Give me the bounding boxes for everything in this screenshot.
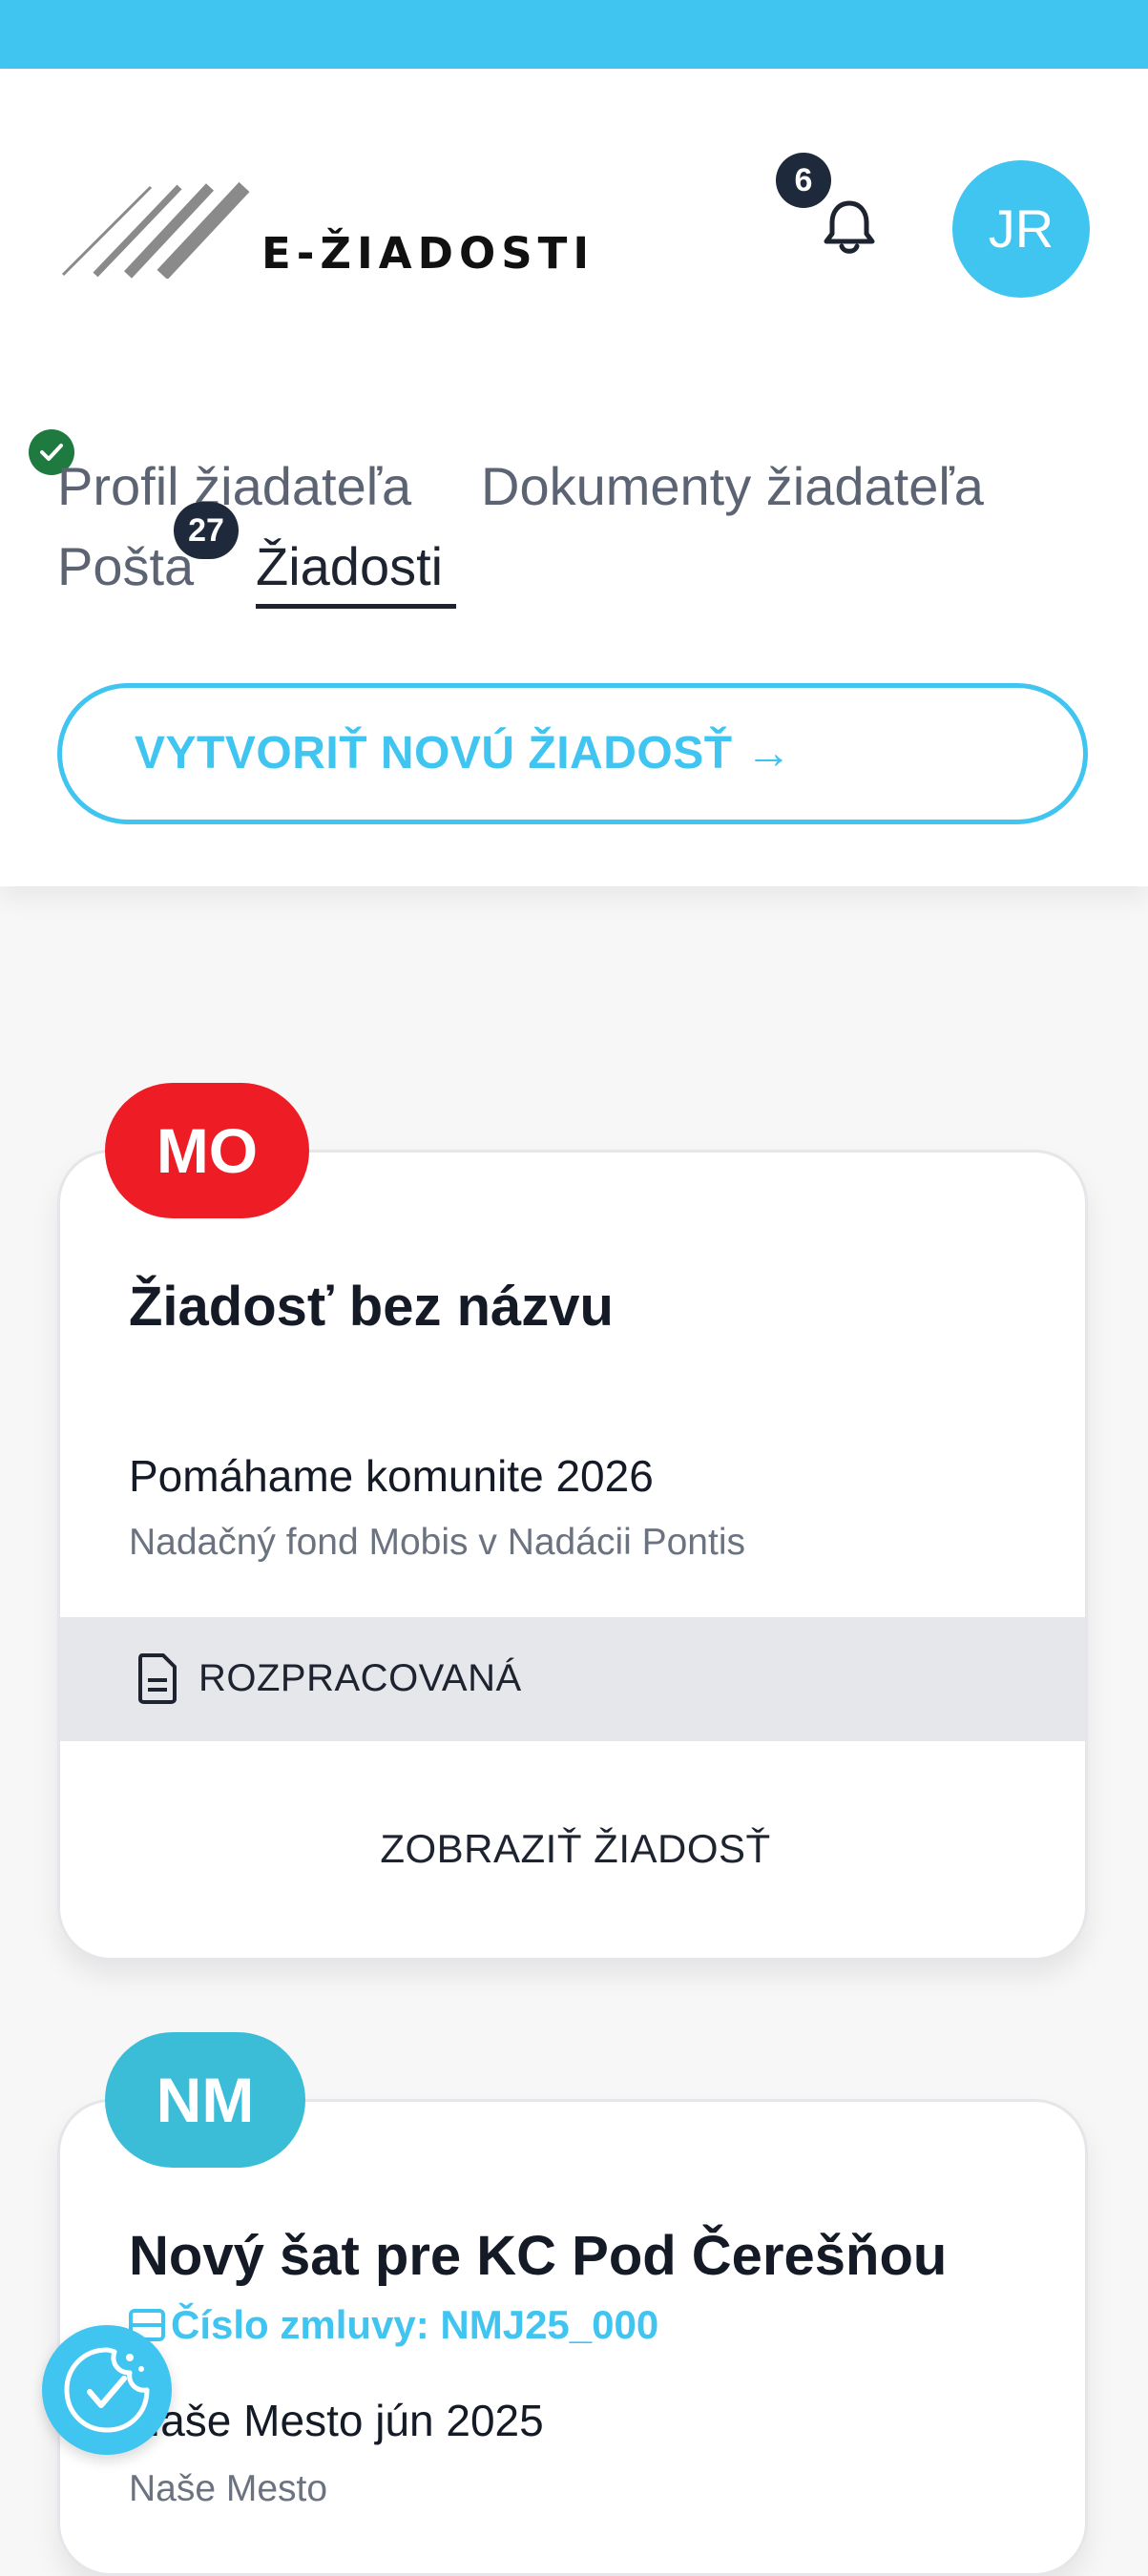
- status-bar-strip: [0, 0, 1148, 69]
- program-name: Naše Mesto jún 2025: [129, 2396, 544, 2445]
- application-card: Nový šat pre KC Pod Čerešňou Číslo zmluv…: [57, 2099, 1088, 2576]
- logo-text[interactable]: E-ŽIADOSTI: [261, 229, 595, 279]
- user-avatar[interactable]: JR: [952, 160, 1090, 298]
- grant-initials-badge: NM: [105, 2032, 305, 2168]
- contract-number: Číslo zmluvy: NMJ25_000: [171, 2302, 659, 2347]
- tab-ziadosti[interactable]: Žiadosti: [256, 536, 443, 597]
- organization-name: Nadačný fond Mobis v Nadácii Pontis: [129, 1522, 745, 1563]
- tab-posta[interactable]: Pošta: [57, 536, 194, 597]
- tab-profil-ziadatela[interactable]: Profil žiadateľa: [57, 456, 411, 517]
- view-application-link[interactable]: ZOBRAZIŤ ŽIADOSŤ: [60, 1826, 1085, 1872]
- bell-icon[interactable]: [819, 196, 880, 257]
- cookie-consent-icon: [64, 2347, 150, 2433]
- status-label: ROZPRACOVANÁ: [198, 1657, 522, 1699]
- document-icon: [138, 1653, 177, 1704]
- tab-dokumenty-ziadatela[interactable]: Dokumenty žiadateľa: [481, 456, 984, 517]
- active-tab-indicator: [256, 604, 456, 609]
- program-name: Pomáhame komunite 2026: [129, 1451, 654, 1501]
- grant-initials-badge: MO: [105, 1083, 309, 1218]
- create-new-application-button[interactable]: VYTVORIŤ NOVÚ ŽIADOSŤ →: [57, 683, 1088, 824]
- organization-name: Naše Mesto: [129, 2468, 328, 2509]
- mail-count-badge: 27: [174, 502, 239, 559]
- application-title: Žiadosť bez názvu: [129, 1276, 614, 1338]
- cookie-consent-button[interactable]: [42, 2325, 172, 2455]
- application-title: Nový šat pre KC Pod Čerešňou: [129, 2225, 948, 2287]
- status-bar: ROZPRACOVANÁ: [60, 1617, 1085, 1741]
- application-card: Žiadosť bez názvu Pomáhame komunite 2026…: [57, 1150, 1088, 1961]
- notification-count-badge: 6: [776, 153, 831, 208]
